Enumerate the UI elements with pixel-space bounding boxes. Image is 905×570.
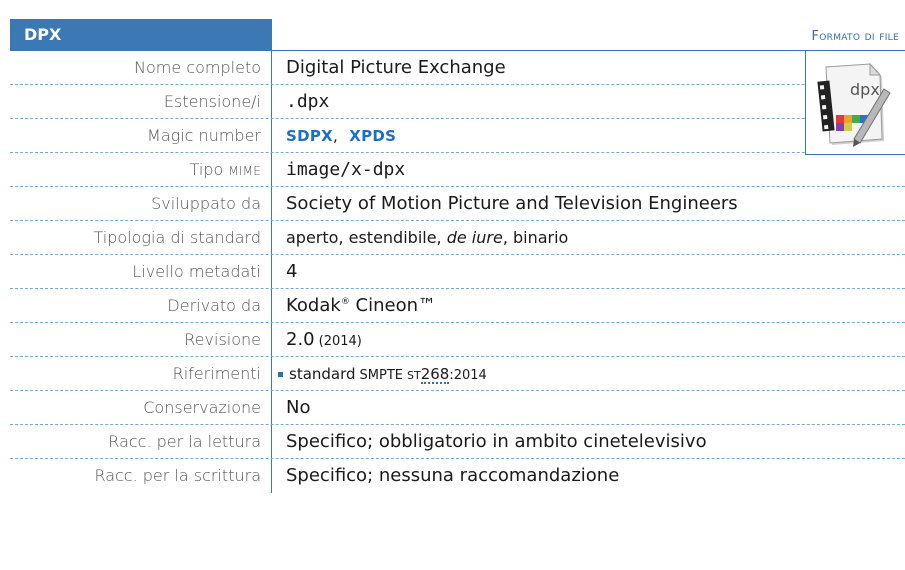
magic-xpds-link[interactable]: XPDS bbox=[349, 127, 396, 145]
revision-number: 2.0 bbox=[286, 329, 315, 350]
row-value: SDPX, XPDS bbox=[286, 119, 396, 152]
row-developer: Sviluppato da Society of Motion Picture … bbox=[10, 187, 905, 221]
ref-text: standard bbox=[289, 365, 356, 383]
value-part: aperto, estendibile, bbox=[286, 228, 447, 247]
magic-sdpx-link[interactable]: SDPX bbox=[286, 127, 333, 145]
bullet-icon bbox=[278, 371, 283, 377]
format-infobox: Nome completo Digital Picture Exchange E… bbox=[10, 51, 905, 493]
row-metadata-level: Livello metadati 4 bbox=[10, 255, 905, 289]
row-label: Tipologia di standard bbox=[10, 221, 272, 254]
row-label: Nome completo bbox=[10, 51, 272, 84]
registered-mark: ® bbox=[340, 297, 350, 307]
row-value: Kodak® Cineon™ bbox=[286, 289, 436, 322]
row-label: Livello metadati bbox=[10, 255, 272, 288]
row-label: Tipo MIME bbox=[10, 153, 272, 186]
row-label: Derivato da bbox=[10, 289, 272, 322]
revision-year: (2014) bbox=[318, 334, 362, 349]
row-references: Riferimenti standard SMPTE ST268:2014 bbox=[10, 357, 905, 391]
row-conservation: Conservazione No bbox=[10, 391, 905, 425]
format-header: DPX Formato di file bbox=[10, 19, 905, 51]
label-smallcaps: MIME bbox=[228, 164, 261, 178]
row-label: Sviluppato da bbox=[10, 187, 272, 220]
row-label: Racc. per la lettura bbox=[10, 425, 272, 458]
row-label: Riferimenti bbox=[10, 357, 272, 390]
row-label: Revisione bbox=[10, 323, 272, 356]
row-value: standard SMPTE ST268:2014 bbox=[278, 357, 487, 390]
row-mime-type: Tipo MIME image/x-dpx bbox=[10, 153, 905, 187]
ref-st: ST bbox=[407, 369, 421, 382]
row-value: aperto, estendibile, de iure, binario bbox=[286, 221, 568, 254]
row-write-recommendation: Racc. per la scrittura Specifico; nessun… bbox=[10, 459, 905, 493]
row-label: Estensione/i bbox=[10, 85, 272, 118]
row-value: image/x-dpx bbox=[286, 159, 406, 180]
row-magic-number: Magic number SDPX, XPDS bbox=[10, 119, 905, 153]
magic-separator: , bbox=[333, 127, 338, 145]
icon-label: dpx bbox=[850, 80, 880, 99]
row-label: Conservazione bbox=[10, 391, 272, 424]
row-value: 4 bbox=[286, 261, 298, 282]
value-italic: de iure bbox=[446, 228, 503, 247]
ref-number-link[interactable]: 268 bbox=[420, 366, 450, 384]
row-derived-from: Derivato da Kodak® Cineon™ bbox=[10, 289, 905, 323]
row-value: Digital Picture Exchange bbox=[286, 57, 506, 78]
value-part: , binario bbox=[502, 228, 569, 247]
row-label: Racc. per la scrittura bbox=[10, 459, 272, 493]
row-value: Society of Motion Picture and Television… bbox=[286, 193, 738, 214]
row-value: .dpx bbox=[286, 91, 330, 112]
label-main: Tipo bbox=[189, 160, 224, 179]
format-title: DPX bbox=[10, 19, 272, 51]
ref-org: SMPTE bbox=[359, 368, 404, 383]
value-part: Cineon™ bbox=[349, 295, 437, 316]
format-category-link[interactable]: Formato di file bbox=[272, 19, 905, 51]
dpx-file-icon: dpx bbox=[817, 63, 891, 147]
row-standard-type: Tipologia di standard aperto, estendibil… bbox=[10, 221, 905, 255]
row-value: Specifico; obbligatorio in ambito cinete… bbox=[286, 431, 707, 452]
row-extension: Estensione/i .dpx bbox=[10, 85, 905, 119]
file-icon-box: dpx bbox=[805, 51, 905, 155]
row-label: Magic number bbox=[10, 119, 272, 152]
row-value: No bbox=[286, 397, 311, 418]
value-part: Kodak bbox=[286, 295, 341, 316]
row-value: 2.0 (2014) bbox=[286, 323, 362, 356]
row-revision: Revisione 2.0 (2014) bbox=[10, 323, 905, 357]
ref-year: :2014 bbox=[449, 368, 487, 383]
row-full-name: Nome completo Digital Picture Exchange bbox=[10, 51, 905, 85]
row-read-recommendation: Racc. per la lettura Specifico; obbligat… bbox=[10, 425, 905, 459]
row-value: Specifico; nessuna raccomandazione bbox=[286, 465, 620, 486]
